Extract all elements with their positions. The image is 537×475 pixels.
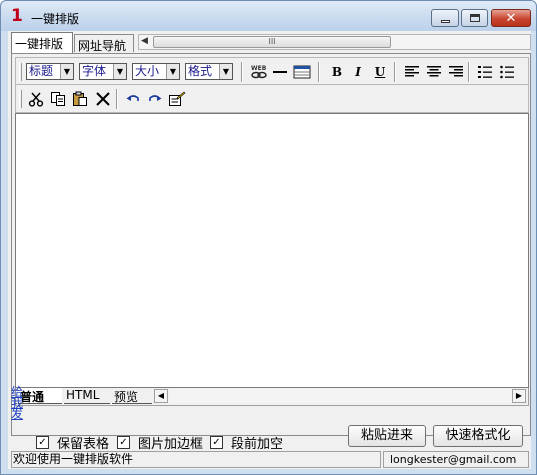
tab-scrollbar[interactable]: ◀ III bbox=[138, 34, 531, 50]
feedback-link[interactable]: 给我发 bbox=[11, 386, 25, 420]
dropdown-arrow-icon[interactable]: ▼ bbox=[113, 64, 126, 79]
align-left-button[interactable] bbox=[402, 62, 422, 82]
bold-button[interactable]: B bbox=[327, 62, 347, 82]
format-select[interactable]: 格式 ▼ bbox=[185, 63, 233, 80]
indent-paragraph-checkbox[interactable]: ✓ bbox=[210, 436, 223, 449]
undo-icon bbox=[126, 95, 139, 101]
app-icon: 1 bbox=[11, 6, 23, 26]
tab-strip: 一键排版 网址导航 ◀ III bbox=[8, 31, 531, 53]
keep-table-option[interactable]: ✓ 保留表格 bbox=[36, 433, 109, 452]
svg-text:WEB: WEB bbox=[251, 65, 267, 72]
horizontal-scrollbar[interactable] bbox=[169, 389, 513, 403]
maximize-button[interactable] bbox=[461, 9, 488, 27]
edit-properties-button[interactable] bbox=[167, 89, 187, 109]
bullet-list-icon bbox=[500, 65, 514, 79]
dropdown-arrow-icon[interactable]: ▼ bbox=[60, 64, 73, 79]
tab-one-click-format[interactable]: 一键排版 bbox=[11, 32, 73, 53]
window-title: 一键排版 bbox=[31, 12, 80, 26]
underline-button[interactable]: U bbox=[370, 62, 390, 82]
insert-link-button[interactable]: WEB bbox=[249, 62, 269, 82]
tab-url-navigation[interactable]: 网址导航 bbox=[74, 34, 134, 53]
close-button[interactable]: ✕ bbox=[491, 9, 531, 27]
web-link-icon: WEB bbox=[251, 65, 267, 79]
keep-table-label: 保留表格 bbox=[57, 437, 110, 452]
redo-button[interactable] bbox=[145, 89, 165, 109]
font-select[interactable]: 字体 ▼ bbox=[79, 63, 127, 80]
toolbar-separator bbox=[468, 62, 470, 82]
copy-button[interactable] bbox=[48, 89, 68, 109]
quick-format-button[interactable]: 快速格式化 bbox=[433, 425, 523, 447]
indent-paragraph-label: 段前加空 bbox=[231, 437, 284, 452]
status-message: 欢迎使用一键排版软件 bbox=[11, 451, 381, 468]
align-left-icon bbox=[405, 66, 419, 77]
scroll-thumb[interactable]: III bbox=[153, 36, 391, 48]
editor-panel: 标题 ▼ 字体 ▼ 大小 ▼ 格式 ▼ WEB B I U 普通 HTML 预览… bbox=[11, 53, 531, 436]
horizontal-rule-button[interactable] bbox=[270, 62, 290, 82]
align-right-icon bbox=[449, 66, 463, 77]
size-select[interactable]: 大小 ▼ bbox=[132, 63, 180, 80]
status-bar: 欢迎使用一键排版软件 longkester@gmail.com bbox=[11, 451, 531, 469]
keep-table-checkbox[interactable]: ✓ bbox=[36, 436, 49, 449]
view-tabs-bar: 普通 HTML 预览 ◀ ▶ bbox=[15, 388, 529, 406]
heading-select[interactable]: 标题 ▼ bbox=[26, 63, 74, 80]
title-bar[interactable]: 1 一键排版 ✕ bbox=[1, 1, 536, 31]
insert-table-button[interactable] bbox=[292, 62, 312, 82]
format-toolbar: 标题 ▼ 字体 ▼ 大小 ▼ 格式 ▼ WEB B I U bbox=[15, 57, 529, 85]
image-border-option[interactable]: ✓ 图片加边框 bbox=[117, 433, 203, 452]
editor-area[interactable] bbox=[15, 113, 529, 388]
size-select-value: 大小 bbox=[135, 64, 160, 78]
client-area: 一键排版 网址导航 ◀ III 标题 ▼ 字体 ▼ 大小 ▼ 格式 ▼ WEB … bbox=[8, 31, 531, 469]
delete-button[interactable] bbox=[93, 89, 113, 109]
cut-button[interactable] bbox=[26, 89, 46, 109]
numbered-list-button[interactable] bbox=[475, 62, 495, 82]
tab-preview[interactable]: 预览 bbox=[112, 388, 152, 404]
paste-in-button[interactable]: 粘贴进来 bbox=[348, 425, 426, 447]
paste-button-icon[interactable] bbox=[70, 89, 90, 109]
status-email: longkester@gmail.com bbox=[383, 451, 529, 468]
align-center-icon bbox=[427, 66, 441, 77]
image-border-label: 图片加边框 bbox=[138, 437, 204, 452]
toolbar-separator bbox=[116, 89, 118, 109]
toolbar-separator bbox=[241, 62, 243, 82]
format-select-value: 格式 bbox=[188, 64, 213, 78]
close-icon: ✕ bbox=[505, 10, 517, 26]
dropdown-arrow-icon[interactable]: ▼ bbox=[166, 64, 179, 79]
main-window: 1 一键排版 ✕ 一键排版 网址导航 ◀ III 标题 ▼ 字体 ▼ 大小 ▼ … bbox=[0, 0, 537, 475]
copy-icon bbox=[51, 92, 65, 106]
scroll-left-icon[interactable]: ◀ bbox=[141, 36, 148, 46]
toolbar-separator bbox=[394, 62, 396, 82]
scroll-right-icon[interactable]: ▶ bbox=[512, 389, 526, 403]
redo-icon bbox=[149, 95, 162, 101]
horizontal-rule-icon bbox=[273, 71, 287, 73]
indent-paragraph-option[interactable]: ✓ 段前加空 bbox=[210, 433, 283, 452]
table-icon bbox=[293, 65, 311, 79]
bullet-list-button[interactable] bbox=[497, 62, 517, 82]
minimize-icon bbox=[440, 19, 450, 23]
font-select-value: 字体 bbox=[82, 64, 107, 78]
edit-note-icon bbox=[169, 91, 186, 106]
scroll-left-icon[interactable]: ◀ bbox=[154, 389, 168, 403]
numbered-list-icon bbox=[478, 66, 492, 78]
align-center-button[interactable] bbox=[424, 62, 444, 82]
delete-icon bbox=[96, 92, 110, 106]
toolbar-grip[interactable] bbox=[19, 63, 22, 81]
undo-button[interactable] bbox=[123, 89, 143, 109]
italic-button[interactable]: I bbox=[348, 62, 368, 82]
edit-toolbar bbox=[15, 85, 529, 113]
maximize-icon bbox=[469, 14, 480, 22]
dropdown-arrow-icon[interactable]: ▼ bbox=[219, 64, 232, 79]
scissors-icon bbox=[28, 92, 44, 107]
toolbar-grip[interactable] bbox=[19, 90, 22, 108]
image-border-checkbox[interactable]: ✓ bbox=[117, 436, 130, 449]
tab-html-view[interactable]: HTML bbox=[64, 388, 110, 404]
align-right-button[interactable] bbox=[446, 62, 466, 82]
toolbar-separator bbox=[318, 62, 320, 82]
paste-icon bbox=[73, 91, 87, 106]
minimize-button[interactable] bbox=[431, 9, 459, 27]
heading-select-value: 标题 bbox=[29, 64, 54, 78]
